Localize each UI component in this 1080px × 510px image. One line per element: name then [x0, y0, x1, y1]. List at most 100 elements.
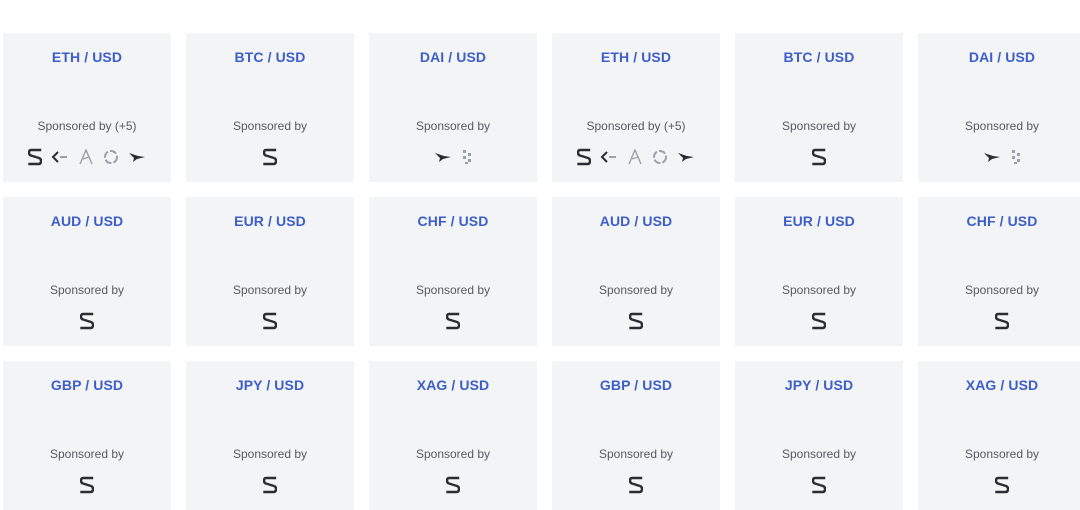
feed-card[interactable]: EUR / USD Sponsored by — [735, 197, 903, 346]
feed-card[interactable]: ETH / USD Sponsored by (+5) — [3, 33, 171, 182]
s-logo-icon — [812, 311, 826, 331]
feed-card[interactable]: BTC / USD Sponsored by — [735, 33, 903, 182]
s-logo-icon — [995, 475, 1009, 495]
s-logo-icon — [995, 311, 1009, 331]
feed-pair-link[interactable]: AUD / USD — [3, 213, 171, 229]
feed-card[interactable]: JPY / USD Sponsored by — [735, 361, 903, 510]
sponsored-by-label: Sponsored by — [232, 447, 308, 461]
feed-card[interactable]: CHF / USD Sponsored by — [369, 197, 537, 346]
feed-pair-link[interactable]: AUD / USD — [552, 213, 720, 229]
sponsor-logos — [552, 474, 720, 496]
cropped-heading-strip — [0, 0, 1080, 4]
feed-card[interactable]: AUD / USD Sponsored by — [552, 197, 720, 346]
sponsored-by-label: Sponsored by — [49, 447, 125, 461]
s-logo-icon — [80, 475, 94, 495]
sponsored-by-label: Sponsored by — [415, 119, 491, 133]
feed-pair-link[interactable]: ETH / USD — [552, 49, 720, 65]
feed-pair-link[interactable]: CHF / USD — [918, 213, 1080, 229]
feed-card[interactable]: ETH / USD Sponsored by (+5) — [552, 33, 720, 182]
feed-card[interactable]: DAI / USD Sponsored by — [369, 33, 537, 182]
s-logo-icon — [263, 147, 277, 167]
feed-pair-link[interactable]: XAG / USD — [369, 377, 537, 393]
feed-card[interactable]: JPY / USD Sponsored by — [186, 361, 354, 510]
feed-card[interactable]: XAG / USD Sponsored by — [918, 361, 1080, 510]
feed-pair-link[interactable]: GBP / USD — [552, 377, 720, 393]
a-logo-icon — [78, 147, 94, 167]
feed-pair-link[interactable]: XAG / USD — [918, 377, 1080, 393]
sponsored-by-label: Sponsored by — [781, 283, 857, 297]
feed-card[interactable]: GBP / USD Sponsored by — [552, 361, 720, 510]
s-logo-icon — [80, 311, 94, 331]
sponsored-by-label: Sponsored by — [598, 283, 674, 297]
a-logo-icon — [627, 147, 643, 167]
bird-logo-icon — [983, 147, 1001, 167]
feed-pair-link[interactable]: BTC / USD — [735, 49, 903, 65]
bird-logo-icon — [434, 147, 452, 167]
bird-logo-icon — [128, 147, 146, 167]
feed-pair-link[interactable]: GBP / USD — [3, 377, 171, 393]
sponsored-by-label: Sponsored by — [964, 119, 1040, 133]
sponsored-by-label: Sponsored by (+5) — [37, 119, 137, 133]
sponsor-logos — [3, 310, 171, 332]
s-logo-icon — [446, 475, 460, 495]
checker-logo-icon — [1010, 147, 1022, 167]
sponsor-logos — [369, 310, 537, 332]
sponsored-by-label: Sponsored by (+5) — [586, 119, 686, 133]
feed-card[interactable]: CHF / USD Sponsored by — [918, 197, 1080, 346]
feed-card[interactable]: EUR / USD Sponsored by — [186, 197, 354, 346]
sponsored-by-label: Sponsored by — [415, 447, 491, 461]
sponsor-logos — [369, 474, 537, 496]
sponsored-by-label: Sponsored by — [232, 283, 308, 297]
sponsored-by-label: Sponsored by — [49, 283, 125, 297]
feed-pair-link[interactable]: DAI / USD — [369, 49, 537, 65]
bird-logo-icon — [677, 147, 695, 167]
sponsor-logos — [552, 310, 720, 332]
s-logo-icon — [812, 475, 826, 495]
feed-card[interactable]: AUD / USD Sponsored by — [3, 197, 171, 346]
feed-card[interactable]: XAG / USD Sponsored by — [369, 361, 537, 510]
s-logo-icon — [263, 475, 277, 495]
price-feed-grid: ETH / USD Sponsored by (+5) BTC / USD Spons… — [3, 33, 1080, 510]
feed-pair-link[interactable]: EUR / USD — [186, 213, 354, 229]
arrows-logo-icon — [600, 147, 618, 167]
s-logo-icon — [629, 311, 643, 331]
s-logo-icon — [812, 147, 826, 167]
sponsored-by-label: Sponsored by — [598, 447, 674, 461]
feed-pair-link[interactable]: BTC / USD — [186, 49, 354, 65]
sponsor-logos — [918, 474, 1080, 496]
sponsor-logos — [735, 310, 903, 332]
feed-pair-link[interactable]: EUR / USD — [735, 213, 903, 229]
feed-pair-link[interactable]: JPY / USD — [186, 377, 354, 393]
feed-card[interactable]: GBP / USD Sponsored by — [3, 361, 171, 510]
s-logo-icon — [577, 147, 591, 167]
sponsor-logos — [735, 146, 903, 168]
s-logo-icon — [28, 147, 42, 167]
feed-pair-link[interactable]: DAI / USD — [918, 49, 1080, 65]
sponsor-logos — [918, 146, 1080, 168]
arrows-logo-icon — [51, 147, 69, 167]
sponsor-logos — [918, 310, 1080, 332]
sponsored-by-label: Sponsored by — [781, 447, 857, 461]
sponsor-logos — [552, 146, 720, 168]
sponsored-by-label: Sponsored by — [964, 283, 1040, 297]
sponsor-logos — [186, 310, 354, 332]
sponsor-logos — [3, 146, 171, 168]
s-logo-icon — [263, 311, 277, 331]
ring-logo-icon — [652, 147, 668, 167]
s-logo-icon — [629, 475, 643, 495]
sponsored-by-label: Sponsored by — [415, 283, 491, 297]
feed-card[interactable]: DAI / USD Sponsored by — [918, 33, 1080, 182]
sponsor-logos — [3, 474, 171, 496]
sponsored-by-label: Sponsored by — [964, 447, 1040, 461]
feed-card[interactable]: BTC / USD Sponsored by — [186, 33, 354, 182]
ring-logo-icon — [103, 147, 119, 167]
feed-pair-link[interactable]: JPY / USD — [735, 377, 903, 393]
sponsor-logos — [186, 146, 354, 168]
sponsor-logos — [369, 146, 537, 168]
feed-pair-link[interactable]: CHF / USD — [369, 213, 537, 229]
feed-pair-link[interactable]: ETH / USD — [3, 49, 171, 65]
s-logo-icon — [446, 311, 460, 331]
sponsor-logos — [735, 474, 903, 496]
sponsored-by-label: Sponsored by — [232, 119, 308, 133]
sponsored-by-label: Sponsored by — [781, 119, 857, 133]
